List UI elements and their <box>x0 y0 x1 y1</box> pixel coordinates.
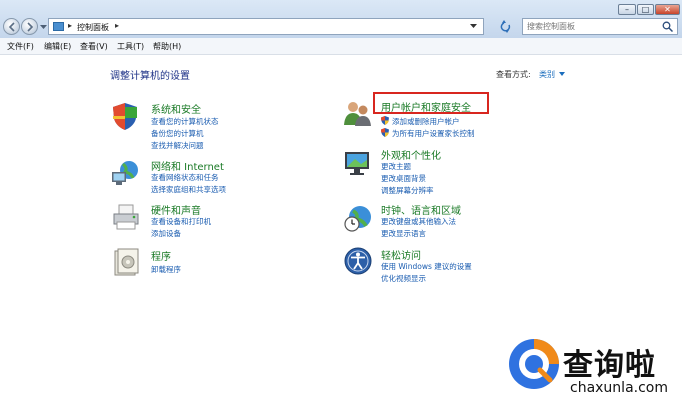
chevron-down-icon[interactable] <box>559 72 565 76</box>
category-system-security[interactable]: 系统和安全 <box>151 101 201 116</box>
minimize-icon: – <box>625 5 629 14</box>
ease-of-access-icon[interactable] <box>343 246 373 276</box>
programs-icon[interactable] <box>111 247 141 277</box>
address-bar[interactable]: ▸ 控制面板 ▸ <box>48 18 484 35</box>
forward-button[interactable] <box>21 18 38 35</box>
maximize-icon: □ <box>641 5 650 14</box>
link-change-theme[interactable]: 更改主题 <box>381 161 411 172</box>
close-icon: ✕ <box>664 5 671 14</box>
link-screen-resolution[interactable]: 调整屏幕分辨率 <box>381 185 434 196</box>
menu-help[interactable]: 帮助(H) <box>153 41 181 52</box>
link-parental-controls[interactable]: 为所有用户设置家长控制 <box>392 128 475 139</box>
clock-globe-icon[interactable] <box>343 203 373 233</box>
link-troubleshoot[interactable]: 查找并解决问题 <box>151 140 204 151</box>
category-appearance[interactable]: 外观和个性化 <box>381 147 441 162</box>
monitor-icon[interactable] <box>343 148 373 178</box>
search-field[interactable] <box>522 18 678 35</box>
watermark-text: 查询啦 <box>563 348 656 383</box>
breadcrumb-control-panel[interactable]: 控制面板 <box>77 22 109 33</box>
menu-bar: 文件(F) 编辑(E) 查看(V) 工具(T) 帮助(H) <box>0 38 682 55</box>
shield-security-icon[interactable] <box>110 101 140 131</box>
recent-pages-dropdown-icon[interactable] <box>40 24 47 30</box>
search-input[interactable] <box>527 20 657 33</box>
users-icon[interactable] <box>342 98 372 128</box>
breadcrumb-separator-icon[interactable]: ▸ <box>115 21 119 30</box>
address-dropdown-icon[interactable] <box>470 24 477 29</box>
link-add-device[interactable]: 添加设备 <box>151 228 181 239</box>
minimize-button[interactable]: – <box>618 4 636 15</box>
menu-view[interactable]: 查看(V) <box>80 41 108 52</box>
control-panel-icon <box>53 22 64 31</box>
page-title: 调整计算机的设置 <box>110 71 190 82</box>
link-change-background[interactable]: 更改桌面背景 <box>381 173 426 184</box>
link-change-display-language[interactable]: 更改显示语言 <box>381 228 426 239</box>
watermark-logo-icon <box>509 339 559 389</box>
menu-file[interactable]: 文件(F) <box>7 41 34 52</box>
close-button[interactable]: ✕ <box>655 4 680 15</box>
link-view-computer-status[interactable]: 查看您的计算机状态 <box>151 116 219 127</box>
link-uninstall-program[interactable]: 卸载程序 <box>151 264 181 275</box>
maximize-button[interactable]: □ <box>637 4 654 15</box>
category-network-internet[interactable]: 网络和 Internet <box>151 158 224 173</box>
uac-shield-icon <box>381 116 389 125</box>
forward-arrow-icon <box>27 22 34 32</box>
view-by-label: 查看方式: <box>496 70 531 79</box>
category-clock-language-region[interactable]: 时钟、语言和区域 <box>381 202 461 217</box>
watermark-url: chaxunla.com <box>570 380 668 396</box>
back-arrow-icon <box>8 22 15 32</box>
network-globe-icon[interactable] <box>110 158 140 188</box>
category-programs[interactable]: 程序 <box>151 248 171 263</box>
uac-shield-icon <box>381 128 389 137</box>
link-network-status[interactable]: 查看网络状态和任务 <box>151 172 219 183</box>
breadcrumb-separator-icon[interactable]: ▸ <box>68 21 72 30</box>
window-titlebar: ▸ 控制面板 ▸ – □ ✕ <box>0 0 682 38</box>
link-recommended-settings[interactable]: 使用 Windows 建议的设置 <box>381 261 472 272</box>
back-button[interactable] <box>3 18 20 35</box>
view-by-dropdown[interactable]: 类别 <box>539 69 555 80</box>
printer-icon[interactable] <box>111 202 141 232</box>
link-change-keyboard[interactable]: 更改键盘或其他输入法 <box>381 216 456 227</box>
link-backup-computer[interactable]: 备份您的计算机 <box>151 128 204 139</box>
link-add-remove-accounts[interactable]: 添加或删除用户帐户 <box>392 116 460 127</box>
menu-tools[interactable]: 工具(T) <box>117 41 144 52</box>
link-devices-printers[interactable]: 查看设备和打印机 <box>151 216 211 227</box>
refresh-icon[interactable] <box>498 19 514 34</box>
menu-edit[interactable]: 编辑(E) <box>44 41 71 52</box>
category-hardware-sound[interactable]: 硬件和声音 <box>151 202 201 217</box>
search-icon[interactable] <box>662 21 673 32</box>
category-ease-of-access[interactable]: 轻松访问 <box>381 247 421 262</box>
link-optimize-display[interactable]: 优化视频显示 <box>381 273 426 284</box>
link-homegroup-sharing[interactable]: 选择家庭组和共享选项 <box>151 184 226 195</box>
highlight-annotation <box>373 92 489 114</box>
